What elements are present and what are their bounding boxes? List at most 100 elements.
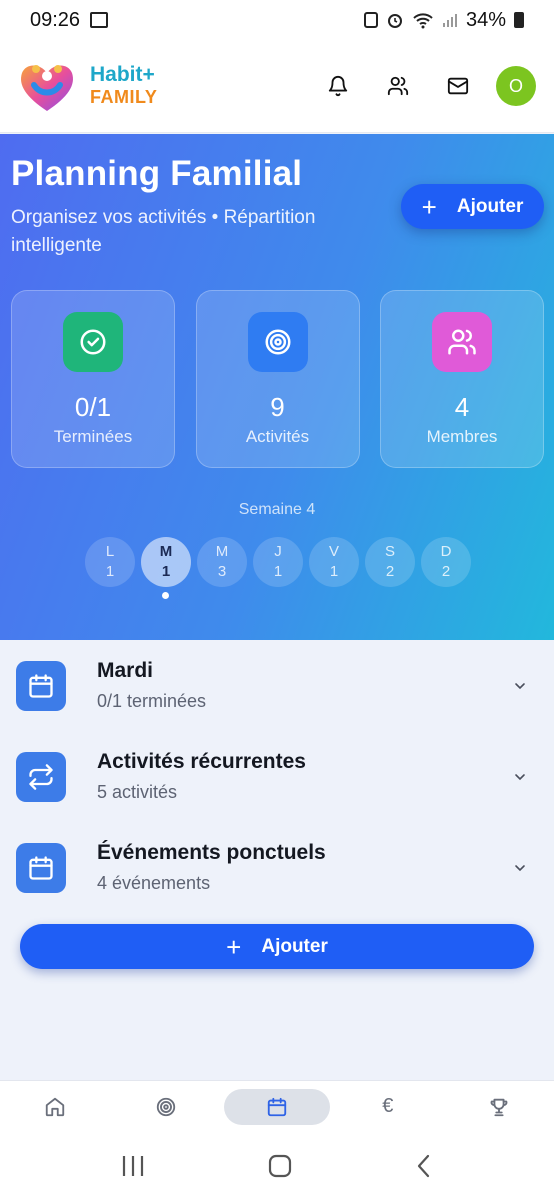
- nav-home[interactable]: [2, 1089, 108, 1125]
- nav-planning[interactable]: [223, 1088, 330, 1125]
- add-button[interactable]: + Ajouter: [20, 924, 534, 969]
- day-chip[interactable]: V1: [309, 537, 359, 587]
- section-text: Mardi 0/1 terminées: [97, 659, 206, 712]
- stat-value: 4: [454, 392, 470, 422]
- app-header: Habit+ FAMILY O: [0, 40, 554, 133]
- status-bar: 09:26 34%: [0, 0, 554, 40]
- week-label: Semaine 4: [238, 501, 316, 518]
- target-icon: [247, 312, 308, 372]
- euro-icon: €: [382, 1095, 394, 1117]
- day-chip[interactable]: L1: [85, 537, 135, 587]
- day-count: 3: [217, 563, 227, 580]
- day-letter: S: [384, 543, 395, 560]
- section-today[interactable]: Mardi 0/1 terminées: [0, 640, 554, 731]
- brand-line2: FAMILY: [90, 87, 158, 107]
- section-title: Événements ponctuels: [97, 841, 326, 864]
- day-count: 2: [385, 563, 395, 580]
- stat-card-members[interactable]: 4 Membres: [380, 290, 544, 468]
- bottom-navigation: €: [0, 1080, 554, 1132]
- stat-label: Terminées: [53, 427, 133, 446]
- add-activity-button[interactable]: + Ajouter: [401, 184, 544, 229]
- day-chip-selected[interactable]: M1: [141, 537, 191, 587]
- day-chip[interactable]: D2: [421, 537, 471, 587]
- section-subtitle: 5 activités: [97, 782, 178, 802]
- brand-name: Habit+ FAMILY: [90, 64, 157, 108]
- habit-family-logo-icon[interactable]: [16, 55, 78, 117]
- day-count: 1: [105, 563, 115, 580]
- section-title: Mardi: [97, 659, 154, 682]
- home-icon: [46, 1097, 65, 1116]
- home-button-icon[interactable]: [267, 1153, 293, 1179]
- status-right: 34%: [363, 8, 524, 32]
- alarm-icon: [387, 14, 402, 28]
- section-recurring[interactable]: Activités récurrentes 5 activités: [0, 731, 554, 822]
- gallery-notification-icon: [90, 12, 109, 28]
- section-subtitle: 4 événements: [97, 873, 211, 893]
- day-count: 1: [329, 563, 339, 580]
- stat-card-completed[interactable]: 0/1 Terminées: [11, 290, 175, 468]
- section-text: Activités récurrentes 5 activités: [97, 750, 306, 803]
- page-subtitle: Organisez vos activités • Répartition in…: [11, 207, 316, 256]
- day-letter: V: [328, 543, 339, 560]
- day-chip[interactable]: M3: [197, 537, 247, 587]
- chevron-down-icon[interactable]: [512, 860, 528, 876]
- section-subtitle: 0/1 terminées: [97, 691, 207, 711]
- stat-label: Activités: [245, 427, 310, 446]
- planning-sections: Mardi 0/1 terminées Activités récurrente…: [0, 640, 554, 913]
- section-text: Événements ponctuels 4 événements: [97, 841, 326, 894]
- day-count: 1: [161, 563, 171, 580]
- calendar-icon: [16, 842, 66, 893]
- page-title: Planning Familial: [11, 154, 303, 193]
- brand-line1: Habit+: [90, 63, 155, 86]
- day-count: 1: [273, 563, 283, 580]
- plus-icon: +: [421, 191, 437, 222]
- day-letter: J: [274, 543, 282, 560]
- selected-day-indicator: [162, 592, 169, 599]
- nav-budget[interactable]: €: [335, 1089, 441, 1125]
- day-selector: L1 M1 M3 J1 V1 S2 D2: [85, 537, 471, 587]
- messages-mail-icon[interactable]: [428, 56, 488, 116]
- day-letter: L: [105, 543, 115, 560]
- stat-value: 0/1: [74, 392, 112, 422]
- chevron-down-icon[interactable]: [512, 769, 528, 785]
- calendar-icon: [16, 660, 66, 711]
- battery-percent: 34%: [465, 8, 506, 31]
- target-icon: [157, 1097, 176, 1116]
- nav-activities[interactable]: [113, 1089, 219, 1125]
- day-letter: M: [159, 543, 173, 560]
- stat-card-activities[interactable]: 9 Activités: [195, 290, 360, 468]
- wifi-icon: [413, 13, 433, 29]
- stats-row: 0/1 Terminées 9 Activités 4 Membres: [11, 290, 544, 468]
- status-time: 09:26: [30, 8, 81, 31]
- section-one-off-events[interactable]: Événements ponctuels 4 événements: [0, 822, 554, 913]
- plus-icon: +: [226, 931, 242, 962]
- stat-label: Membres: [426, 427, 498, 446]
- day-chip[interactable]: S2: [365, 537, 415, 587]
- battery-saver-icon: [363, 12, 378, 28]
- user-avatar[interactable]: O: [496, 66, 536, 106]
- add-activity-label: Ajouter: [456, 195, 524, 217]
- calendar-icon: [267, 1097, 287, 1116]
- section-title: Activités récurrentes: [97, 750, 306, 773]
- repeat-icon: [16, 751, 66, 802]
- users-icon: [432, 312, 492, 372]
- day-chip[interactable]: J1: [253, 537, 303, 587]
- header-actions: O: [308, 56, 538, 116]
- check-circle-icon: [63, 312, 123, 372]
- notifications-bell-icon[interactable]: [308, 56, 368, 116]
- add-button-label: Ajouter: [261, 935, 328, 957]
- back-icon[interactable]: [414, 1153, 434, 1179]
- signal-icon: [442, 14, 457, 27]
- recent-apps-icon[interactable]: [120, 1154, 146, 1178]
- day-letter: M: [215, 543, 229, 560]
- battery-icon: [514, 12, 524, 28]
- stat-value: 9: [270, 392, 285, 422]
- planning-hero: Planning Familial Organisez vos activité…: [0, 134, 554, 640]
- trophy-icon: [490, 1098, 507, 1116]
- family-members-icon[interactable]: [368, 56, 428, 116]
- day-letter: D: [440, 543, 452, 560]
- nav-rewards[interactable]: [446, 1089, 552, 1125]
- chevron-down-icon[interactable]: [512, 678, 528, 694]
- day-count: 2: [441, 563, 451, 580]
- system-navigation-bar: [0, 1132, 554, 1200]
